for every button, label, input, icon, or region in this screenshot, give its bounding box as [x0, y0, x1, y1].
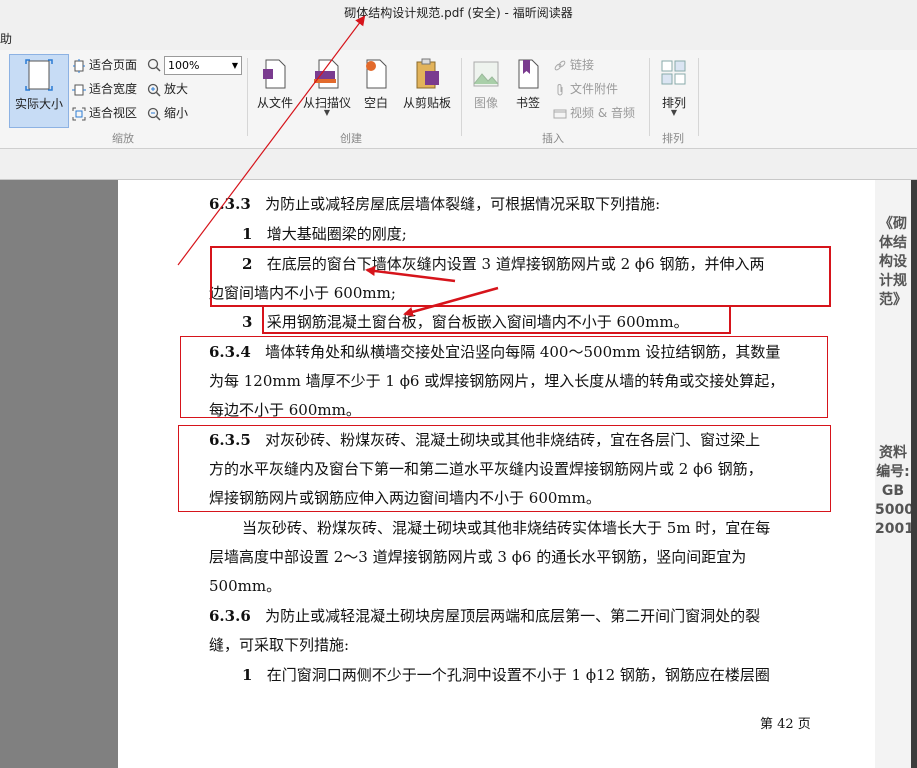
- create-group-label: 创建: [340, 132, 362, 145]
- from-clipboard-label: 从剪贴板: [402, 96, 451, 110]
- paperclip-icon: [557, 83, 563, 95]
- vertical-doc-number: 资料编号: GB 50003-2001: [875, 445, 917, 537]
- fit-page-label: 适合页面: [89, 58, 138, 72]
- actual-size-label: 实际大小: [14, 97, 63, 111]
- zoom-value: 100%: [168, 59, 200, 72]
- zoom-group-label: 缩放: [112, 132, 134, 145]
- image-icon: [473, 61, 499, 87]
- blank-page-button[interactable]: 空白: [360, 54, 392, 126]
- video-audio-label: 视频 & 音频: [570, 106, 635, 120]
- arrange-icon: [661, 60, 686, 85]
- fit-view-button[interactable]: 适合视区: [72, 104, 137, 122]
- zoom-select[interactable]: 100% ▼: [164, 56, 242, 75]
- paragraph-silicate-brick-line-2: 层墙高度中部设置 2～3 道焊接钢筋网片或 3 ϕ6 的通长水平钢筋，竖向间距宜…: [209, 548, 747, 566]
- blank-page-label: 空白: [363, 96, 388, 110]
- zoom-magnifier-icon: [147, 58, 161, 72]
- zoom-out-icon: [147, 107, 161, 121]
- ribbon-divider: [461, 58, 462, 136]
- page-edge: [911, 180, 917, 768]
- link-icon: [554, 60, 566, 70]
- clause-6-3-6: 6.3.6 为防止或减轻混凝土砌块房屋顶层两端和底层第一、第二开间门窗洞处的裂: [209, 607, 761, 625]
- from-clipboard-button[interactable]: 从剪贴板: [402, 54, 452, 126]
- fit-page-button[interactable]: 适合页面: [72, 56, 137, 74]
- from-file-label: 从文件: [256, 96, 293, 110]
- file-attachment-label: 文件附件: [570, 82, 619, 96]
- clause-6-3-6-item-1: 1 在门窗洞口两侧不少于一个孔洞中设置不小于 1 ϕ12 钢筋，钢筋应在楼层圈: [242, 666, 770, 684]
- ribbon-divider: [698, 58, 699, 136]
- fit-view-icon: [72, 107, 86, 120]
- image-button[interactable]: 图像: [470, 54, 502, 126]
- ribbon-divider: [247, 58, 248, 136]
- clause-6-3-3-item-1: 1 增大基础圈梁的刚度;: [242, 225, 407, 243]
- from-scanner-button[interactable]: 从扫描仪 ▼: [302, 54, 352, 126]
- paragraph-silicate-brick-line-3: 500mm。: [209, 577, 282, 595]
- clipboard-icon: [416, 58, 439, 89]
- bookmark-label: 书签: [515, 96, 540, 110]
- zoom-in-button[interactable]: 放大: [147, 80, 188, 98]
- from-file-icon: [263, 59, 286, 89]
- annotation-box-6-3-4: [180, 336, 828, 418]
- tab-strip: [0, 149, 917, 180]
- video-icon: [553, 109, 567, 118]
- arrange-group-label: 排列: [662, 132, 684, 145]
- zoom-out-button[interactable]: 缩小: [147, 104, 188, 122]
- menu-item-help[interactable]: 助: [0, 30, 12, 47]
- zoom-out-label: 缩小: [164, 106, 189, 120]
- right-side-margin: 《砌体结构设计规范》 资料编号: GB 50003-2001: [875, 180, 917, 768]
- annotation-box-item-3: [262, 305, 731, 334]
- fit-width-icon: [72, 84, 86, 95]
- window-title: 砌体结构设计规范.pdf (安全) - 福昕阅读器: [0, 0, 917, 28]
- image-label: 图像: [473, 96, 498, 110]
- insert-group-label: 插入: [542, 132, 564, 145]
- annotation-box-item-2: [210, 246, 831, 307]
- from-file-button[interactable]: 从文件: [255, 54, 295, 126]
- chevron-down-icon: ▼: [670, 108, 678, 117]
- clause-6-3-6-line-2: 缝，可采取下列措施:: [209, 636, 350, 654]
- zoom-in-label: 放大: [164, 82, 189, 96]
- fit-view-label: 适合视区: [89, 106, 138, 120]
- fit-width-button[interactable]: 适合宽度: [72, 80, 137, 98]
- actual-size-icon: [25, 59, 53, 91]
- zoom-in-icon: [147, 83, 161, 97]
- fit-width-label: 适合宽度: [89, 82, 138, 96]
- ribbon-toolbar: 实际大小 适合页面 适合宽度 适合视区 100% ▼ 放大 缩小 缩放 从文件 …: [0, 50, 917, 149]
- arrange-button[interactable]: 排列 ▼: [657, 54, 691, 126]
- ribbon-divider: [649, 58, 650, 136]
- link-label: 链接: [570, 58, 595, 72]
- video-audio-button[interactable]: 视频 & 音频: [553, 104, 635, 122]
- bookmark-icon: [518, 59, 539, 89]
- document-margin-left: [0, 180, 118, 768]
- chevron-down-icon: ▼: [231, 61, 238, 70]
- chevron-down-icon: ▼: [323, 108, 331, 117]
- bookmark-button[interactable]: 书签: [512, 54, 544, 126]
- annotation-box-6-3-5: [178, 425, 831, 512]
- paragraph-silicate-brick: 当灰砂砖、粉煤灰砖、混凝土砌块或其他非烧结砖实体墙长大于 5m 时，宜在每: [242, 519, 771, 537]
- actual-size-button[interactable]: 实际大小: [9, 54, 69, 128]
- blank-page-icon: [366, 59, 387, 89]
- vertical-book-title: 《砌体结构设计规范》: [879, 216, 907, 308]
- scanner-icon: [314, 59, 339, 89]
- fit-page-icon: [73, 58, 85, 73]
- file-attachment-button[interactable]: 文件附件: [553, 80, 618, 98]
- clause-6-3-3: 6.3.3 为防止或减轻房屋底层墙体裂缝，可根据情况采取下列措施:: [209, 195, 661, 213]
- link-button[interactable]: 链接: [553, 56, 594, 74]
- page-number: 第 42 页: [760, 717, 811, 732]
